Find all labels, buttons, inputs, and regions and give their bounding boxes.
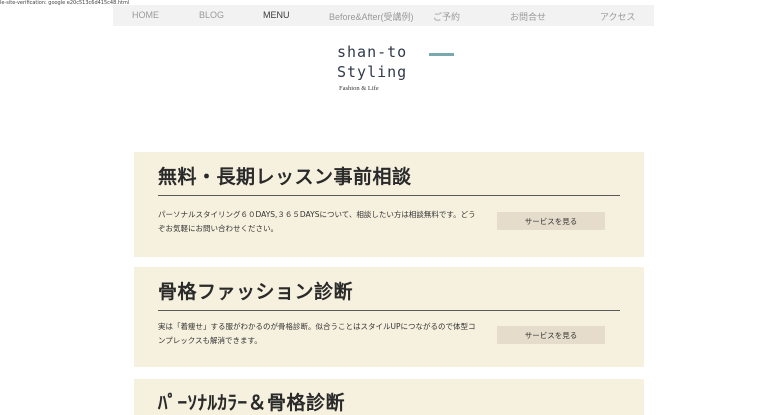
main-navigation: HOME BLOG MENU Before&After(受講例) ご予約 お問合… <box>113 5 654 26</box>
card-title: ﾊﾟｰｿﾅﾙｶﾗｰ＆骨格診断 <box>158 392 346 414</box>
service-card-skeletal-diagnosis: 骨格ファッション診断 実は「着痩せ」する服がわかるのが骨格診断。似合うことはスタ… <box>134 267 644 367</box>
logo-accent-bar <box>429 53 454 56</box>
view-service-button[interactable]: サービスを見る <box>497 212 605 230</box>
card-description: パーソナルスタイリング６０DAYS,３６５DAYSについて、相談したい方は相談無… <box>158 210 476 233</box>
site-verification-text: le-site-verification: google e20c513c6d4… <box>0 0 130 6</box>
logo-tagline: Fashion & Life <box>339 85 379 92</box>
nav-item-reservation[interactable]: ご予約 <box>433 10 460 23</box>
logo-wordmark-line1: shan-to <box>337 43 408 61</box>
card-divider <box>158 195 620 196</box>
nav-item-contact[interactable]: お問合せ <box>510 10 546 23</box>
nav-item-home[interactable]: HOME <box>132 10 159 20</box>
nav-item-before-after[interactable]: Before&After(受講例) <box>329 10 414 23</box>
card-description: 実は「着痩せ」する服がわかるのが骨格診断。似合うことはスタイルUPにつながるので… <box>158 322 476 345</box>
logo-wordmark-line2: Styling <box>337 63 408 81</box>
service-card-consultation: 無料・長期レッスン事前相談 パーソナルスタイリング６０DAYS,３６５DAYSに… <box>134 152 644 257</box>
view-service-button[interactable]: サービスを見る <box>497 326 605 344</box>
nav-item-access[interactable]: アクセス <box>600 10 636 23</box>
nav-item-blog[interactable]: BLOG <box>199 10 224 20</box>
card-title: 骨格ファッション診断 <box>158 281 354 303</box>
card-divider <box>158 310 620 311</box>
nav-item-menu[interactable]: MENU <box>263 10 290 20</box>
service-card-personal-color: ﾊﾟｰｿﾅﾙｶﾗｰ＆骨格診断 <box>134 379 644 415</box>
site-logo[interactable]: shan-to Styling Fashion & Life <box>337 43 467 99</box>
card-title: 無料・長期レッスン事前相談 <box>158 166 412 188</box>
